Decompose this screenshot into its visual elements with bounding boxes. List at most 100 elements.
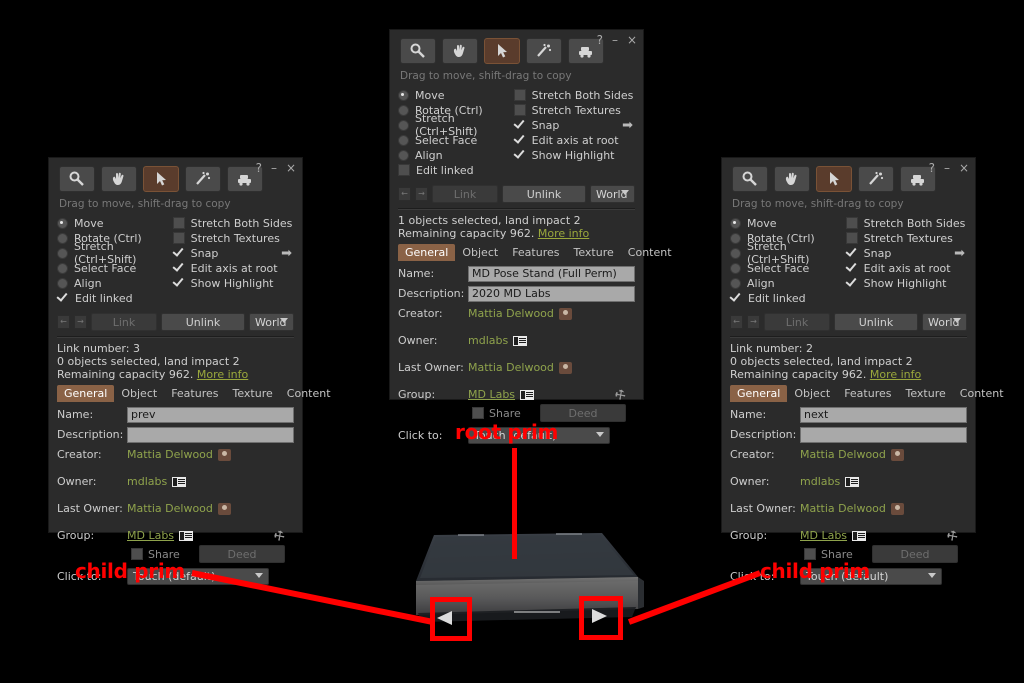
reference-frame-select[interactable]: World [249,313,294,331]
tab-features[interactable]: Features [164,385,225,402]
share-checkbox[interactable] [472,407,484,419]
avatar-profile-icon[interactable] [217,448,231,461]
checkbox-option-stretch-textures[interactable]: Stretch Textures [172,231,294,245]
tab-features[interactable]: Features [837,385,898,402]
tab-general[interactable]: General [730,385,788,402]
next-link-button[interactable]: → [747,315,760,329]
checkbox-option-edit-linked[interactable]: Edit linked [398,163,514,177]
radio-option-align[interactable]: Align [730,276,846,290]
expand-arrow-icon[interactable]: ➡ [954,246,965,261]
expand-arrow-icon[interactable]: ➡ [281,246,292,261]
edit-panel-center[interactable]: ? – × Drag to move, shift-drag to copy Move R… [389,29,672,444]
deed-button[interactable]: Deed [872,545,958,563]
radio-option-align[interactable]: Align [57,276,173,290]
help-button[interactable]: ? [256,162,262,174]
checkbox-option-stretch-textures[interactable]: Stretch Textures [845,231,967,245]
link-button[interactable]: Link [764,313,830,331]
minimize-button[interactable]: – [944,162,950,174]
expand-arrow-icon[interactable]: ➡ [622,118,633,133]
avatar-profile-icon[interactable] [558,307,572,320]
help-button[interactable]: ? [929,162,935,174]
tab-object[interactable]: Object [114,385,164,402]
more-info-link[interactable]: More info [538,227,589,240]
checkbox-option-stretch-both-sides[interactable]: Stretch Both Sides [513,88,635,102]
tab-texture[interactable]: Texture [899,385,953,402]
tab-content[interactable]: Content [621,244,679,261]
radio-option-move[interactable]: Move [730,216,846,230]
edit-panel-left[interactable]: ? – × Drag to move, shift-drag to copy Move R… [48,157,331,585]
checkbox-option-edit-linked[interactable]: Edit linked [730,291,846,305]
checkbox-option-snap[interactable]: Snap [173,246,294,260]
unlink-button[interactable]: Unlink [161,313,245,331]
prev-link-button[interactable]: ← [398,187,411,201]
toolbar-edit-cursor-button[interactable] [143,166,179,192]
toolbar-grab-hand-button[interactable] [442,38,478,64]
radio-option-move[interactable]: Move [57,216,173,230]
profile-card-icon[interactable] [852,530,867,541]
tab-object[interactable]: Object [787,385,837,402]
reference-frame-select[interactable]: World [590,185,635,203]
unlink-button[interactable]: Unlink [834,313,918,331]
wrench-icon[interactable]: ⚒ [612,386,629,404]
name-input[interactable]: prev [127,406,294,423]
description-input[interactable] [800,426,967,443]
checkbox-option-show-highlight[interactable]: Show Highlight [514,148,635,162]
checkbox-option-show-highlight[interactable]: Show Highlight [846,276,967,290]
group-value[interactable]: MD Labs [800,529,847,542]
radio-option-stretch-ctrl-shift[interactable]: Stretch (Ctrl+Shift) [398,112,514,138]
avatar-profile-icon[interactable] [558,361,572,374]
radio-option-stretch-ctrl-shift[interactable]: Stretch (Ctrl+Shift) [730,240,846,266]
profile-card-icon[interactable] [179,530,194,541]
avatar-profile-icon[interactable] [890,448,904,461]
radio-option-select-face[interactable]: Select Face [398,133,514,147]
help-button[interactable]: ? [597,34,603,46]
toolbar-create-wand-button[interactable] [858,166,894,192]
tab-object[interactable]: Object [455,244,505,261]
toolbar-create-wand-button[interactable] [526,38,562,64]
group-value[interactable]: MD Labs [468,388,515,401]
tab-general[interactable]: General [57,385,115,402]
prev-link-button[interactable]: ← [57,315,70,329]
wrench-icon[interactable]: ⚒ [944,527,961,545]
checkbox-option-stretch-both-sides[interactable]: Stretch Both Sides [845,216,967,230]
link-button[interactable]: Link [91,313,157,331]
wrench-icon[interactable]: ⚒ [271,527,288,545]
radio-option-align[interactable]: Align [398,148,514,162]
toolbar-edit-cursor-button[interactable] [484,38,520,64]
profile-card-icon[interactable] [845,476,860,487]
checkbox-option-edit-linked[interactable]: Edit linked [57,291,173,305]
prev-link-button[interactable]: ← [730,315,743,329]
avatar-profile-icon[interactable] [890,502,904,515]
name-input[interactable]: next [800,406,967,423]
checkbox-option-snap[interactable]: Snap [846,246,967,260]
tab-texture[interactable]: Texture [567,244,621,261]
checkbox-option-stretch-both-sides[interactable]: Stretch Both Sides [172,216,294,230]
checkbox-option-edit-axis-at-root[interactable]: Edit axis at root [514,133,635,147]
checkbox-option-edit-axis-at-root[interactable]: Edit axis at root [173,261,294,275]
reference-frame-select[interactable]: World [922,313,967,331]
group-value[interactable]: MD Labs [127,529,174,542]
profile-card-icon[interactable] [172,476,187,487]
edit-panel-right[interactable]: ? – × Drag to move, shift-drag to copy Move R… [721,157,1004,585]
share-checkbox-group[interactable]: Share [472,407,521,420]
profile-card-icon[interactable] [513,335,528,346]
deed-button[interactable]: Deed [199,545,285,563]
unlink-button[interactable]: Unlink [502,185,586,203]
checkbox-option-show-highlight[interactable]: Show Highlight [173,276,294,290]
more-info-link[interactable]: More info [870,368,921,381]
toolbar-grab-hand-button[interactable] [774,166,810,192]
minimize-button[interactable]: – [612,34,618,46]
checkbox-option-snap[interactable]: Snap [514,118,635,132]
next-link-button[interactable]: → [74,315,87,329]
toolbar-zoom-button[interactable] [400,38,436,64]
radio-option-select-face[interactable]: Select Face [730,261,846,275]
more-info-link[interactable]: More info [197,368,248,381]
toolbar-create-wand-button[interactable] [185,166,221,192]
checkbox-option-stretch-textures[interactable]: Stretch Textures [513,103,635,117]
name-input[interactable]: MD Pose Stand (Full Perm) [468,265,635,282]
toolbar-zoom-button[interactable] [732,166,768,192]
close-button[interactable]: × [627,34,637,46]
link-button[interactable]: Link [432,185,498,203]
close-button[interactable]: × [959,162,969,174]
tab-content[interactable]: Content [280,385,338,402]
